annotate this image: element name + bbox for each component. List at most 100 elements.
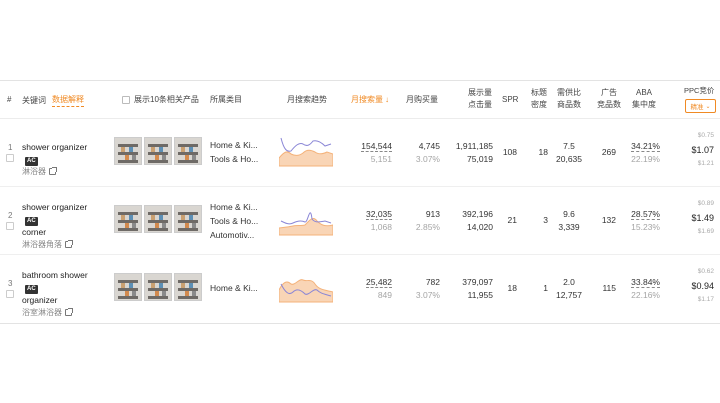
category-item: Automotiv...	[210, 230, 255, 240]
ac-badge: AC	[25, 156, 38, 166]
row-checkbox[interactable]	[6, 222, 14, 230]
row-checkbox[interactable]	[6, 290, 14, 298]
table-body: 1 shower organizer AC 淋浴器 Home & Ki... Too…	[0, 119, 720, 323]
ac-badge: AC	[25, 216, 38, 226]
supply-demand-label-1: 需供比	[557, 88, 581, 97]
external-link-icon[interactable]	[65, 239, 73, 248]
keyword-text[interactable]: shower organizer AC	[22, 141, 102, 166]
impressions-value: 1,911,185	[455, 141, 493, 151]
product-thumbnail[interactable]	[114, 205, 142, 233]
product-thumbnail[interactable]	[144, 137, 172, 165]
monthly-purchase-cell: 782 3.07%	[405, 276, 440, 302]
aba-value[interactable]: 33.84%	[631, 277, 660, 288]
trend-header: 月搜索趋势	[287, 95, 327, 104]
show-top10-checkbox[interactable]	[122, 96, 130, 104]
keyword-cell: bathroom shower AC organizer 浴室淋浴器	[22, 269, 102, 319]
row-checkbox[interactable]	[6, 154, 14, 162]
supply-demand-value: 7.5	[563, 141, 575, 151]
ad-products-label-2: 竞品数	[597, 100, 621, 109]
product-thumbnails	[114, 137, 202, 165]
ppc-mode-select[interactable]: 精准 ⌄	[685, 99, 716, 113]
table-row[interactable]: 3 bathroom shower AC organizer 浴室淋浴器 Home…	[0, 255, 720, 323]
product-thumbnail[interactable]	[114, 273, 142, 301]
product-thumbnail[interactable]	[144, 273, 172, 301]
spr-value: 108	[502, 147, 517, 157]
show-top10-toggle[interactable]: 展示10条相关产品	[122, 94, 199, 106]
monthly-purchase-cell: 4,745 3.07%	[405, 140, 440, 166]
monthly-search-value[interactable]: 25,482	[366, 277, 392, 288]
external-link-icon[interactable]	[49, 167, 57, 175]
aba-header: ABA 集中度	[632, 87, 656, 111]
ppc-low: $0.89	[697, 200, 714, 207]
ppc-header: PPC竞价	[684, 86, 715, 95]
impressions-clicks-cell: 379,097 11,955	[452, 276, 493, 302]
data-interpret-link[interactable]: 数据解释	[52, 94, 84, 107]
product-thumbnail[interactable]	[114, 137, 142, 165]
impressions-value: 392,196	[462, 209, 493, 219]
category-item: Home & Ki...	[210, 140, 258, 150]
aba-value[interactable]: 28.57%	[631, 209, 660, 220]
impressions-header: 展示量	[468, 88, 492, 97]
sort-down-icon[interactable]: ↓	[385, 94, 389, 106]
external-link-icon[interactable]	[65, 307, 73, 316]
title-density-value: 18	[538, 147, 548, 157]
category-item: Home & Ki...	[210, 202, 258, 212]
keyword-translation: 浴室淋浴器	[22, 307, 102, 320]
trend-area-orange	[279, 279, 333, 303]
index-header: #	[7, 95, 12, 104]
trend-area-orange	[279, 149, 333, 167]
table-header: # 关键词 数据解释 展示10条相关产品 所属类目 月搜索趋势 月搜索量 ↓ 月…	[0, 81, 720, 119]
title-density-header: 标题 密度	[531, 87, 547, 111]
keyword-translation: 淋浴器	[22, 166, 102, 179]
monthly-purchase-cell: 913 2.85%	[405, 208, 440, 234]
search-trend-sparkline[interactable]	[279, 132, 333, 168]
title-density-label-2: 密度	[531, 100, 547, 109]
keyword-text[interactable]: shower organizer AC	[22, 201, 102, 226]
ppc-low: $0.62	[697, 268, 714, 275]
monthly-search-value[interactable]: 32,035	[366, 209, 392, 220]
clicks-header: 点击量	[468, 100, 492, 109]
aba-value[interactable]: 34.21%	[631, 141, 660, 152]
table-row[interactable]: 2 shower organizer AC corner 淋浴器角落 Home &…	[0, 187, 720, 255]
trend-line-purple	[280, 212, 332, 225]
category-item: Tools & Ho...	[210, 154, 259, 164]
monthly-purchase-header: 月购买量	[406, 95, 438, 104]
clicks-value: 14,020	[467, 222, 493, 232]
product-thumbnail[interactable]	[174, 273, 202, 301]
spr-header: SPR	[502, 95, 519, 104]
search-trend-sparkline[interactable]	[279, 268, 333, 304]
ppc-cell: $0.89 $1.49 $1.69	[680, 197, 714, 239]
table-row[interactable]: 1 shower organizer AC 淋浴器 Home & Ki... Too…	[0, 119, 720, 187]
ppc-mid: $1.49	[691, 213, 714, 223]
trend-line-purple	[280, 137, 332, 152]
impressions-value: 379,097	[462, 277, 493, 287]
title-density-value: 3	[543, 215, 548, 225]
aba-sub-value: 22.19%	[631, 154, 660, 164]
monthly-purchase-value: 4,745	[418, 141, 440, 151]
product-thumbnail[interactable]	[174, 205, 202, 233]
impressions-clicks-header: 展示量 点击量	[466, 87, 492, 111]
ad-products-value: 115	[602, 283, 616, 293]
monthly-purchase-pct: 3.07%	[415, 290, 440, 300]
category-item: Home & Ki...	[210, 283, 258, 293]
product-thumbnail[interactable]	[144, 205, 172, 233]
keyword-line1: shower organizer	[22, 202, 88, 212]
keyword-translation: 淋浴器角落	[22, 239, 102, 252]
title-density-label-1: 标题	[531, 88, 547, 97]
ppc-low: $0.75	[697, 132, 714, 139]
ac-badge: AC	[25, 284, 38, 294]
category-item: Tools & Ho...	[210, 216, 259, 226]
product-thumbnail[interactable]	[174, 137, 202, 165]
category-cell: Home & Ki...	[210, 281, 270, 295]
ppc-high: $1.17	[697, 296, 714, 303]
keyword-text[interactable]: bathroom shower AC	[22, 269, 102, 294]
monthly-purchase-pct: 2.85%	[415, 222, 440, 232]
search-trend-sparkline[interactable]	[279, 201, 333, 237]
aba-sub-value: 15.23%	[631, 222, 660, 232]
impressions-clicks-cell: 1,911,185 75,019	[452, 140, 493, 166]
keyword-cn-text: 淋浴器	[22, 167, 46, 176]
impressions-clicks-cell: 392,196 14,020	[452, 208, 493, 234]
monthly-search-header[interactable]: 月搜索量 ↓	[351, 94, 389, 106]
product-thumbnails	[114, 205, 202, 233]
monthly-search-value[interactable]: 154,544	[361, 141, 392, 152]
